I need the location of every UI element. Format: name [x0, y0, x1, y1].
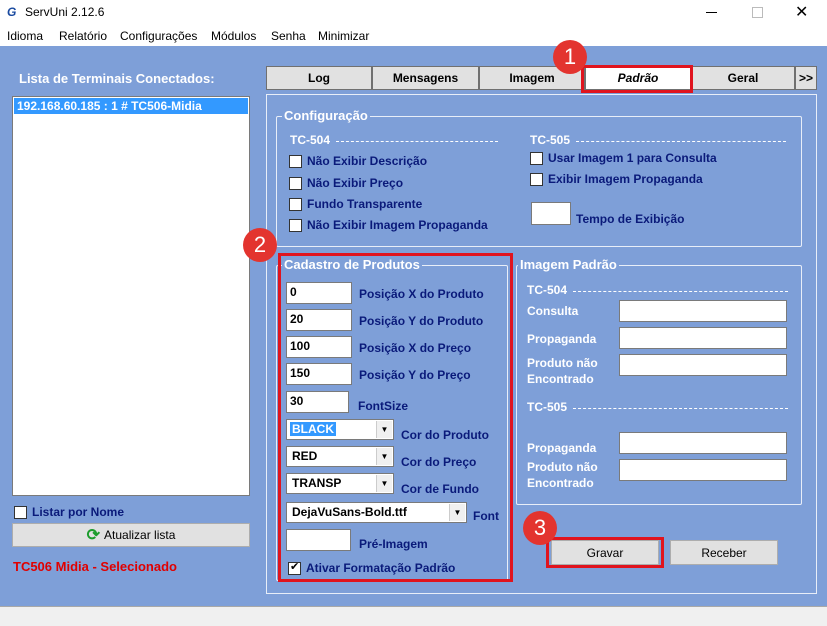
terminals-heading: Lista de Terminais Conectados: — [19, 71, 215, 86]
menu-minimizar[interactable]: Minimizar — [318, 29, 369, 43]
annotation-highlight-cadastro — [278, 253, 513, 582]
list-by-name-label: Listar por Nome — [32, 505, 125, 519]
receive-button[interactable]: Receber — [670, 540, 778, 565]
minimize-icon[interactable] — [706, 12, 717, 13]
menu-bar: Idioma Relatório Configurações Módulos S… — [0, 26, 827, 46]
propaganda-505-label: Propaganda — [527, 441, 597, 455]
transparent-bg-checkbox[interactable] — [289, 198, 302, 211]
status-bar — [0, 606, 827, 626]
maximize-icon — [752, 7, 763, 18]
transparent-bg-label: Fundo Transparente — [307, 197, 423, 211]
display-time-input[interactable] — [531, 202, 571, 225]
img-tc505-label: TC-505 — [527, 400, 568, 414]
hide-price-label: Não Exibir Preço — [307, 176, 404, 190]
hide-ad-image-label: Não Exibir Imagem Propaganda — [307, 218, 488, 232]
not-found-505-label-1: Produto não — [527, 460, 598, 474]
not-found-505-input[interactable] — [619, 459, 787, 481]
use-image1-checkbox[interactable] — [530, 152, 543, 165]
use-image1-label: Usar Imagem 1 para Consulta — [548, 151, 717, 165]
tc505-divider — [576, 141, 786, 142]
not-found-504-input[interactable] — [619, 354, 787, 376]
annotation-highlight-tab — [581, 65, 693, 93]
config-tc504-label: TC-504 — [290, 133, 331, 147]
annotation-badge-2: 2 — [243, 228, 277, 262]
propaganda-504-label: Propaganda — [527, 332, 597, 346]
default-image-title: Imagem Padrão — [518, 257, 619, 272]
menu-configuracoes[interactable]: Configurações — [120, 29, 197, 43]
app-icon: G — [7, 5, 17, 19]
annotation-badge-3: 3 — [523, 511, 557, 545]
config-tc505-label: TC-505 — [530, 133, 571, 147]
not-found-504-label-2: Encontrado — [527, 372, 594, 386]
img-tc504-divider — [573, 291, 788, 292]
terminal-list[interactable]: 192.168.60.185 : 1 # TC506-Midia — [12, 96, 250, 496]
hide-description-label: Não Exibir Descrição — [307, 154, 428, 168]
tab-mensagens[interactable]: Mensagens — [372, 66, 479, 90]
show-ad-image-checkbox[interactable] — [530, 173, 543, 186]
annotation-highlight-save — [546, 537, 664, 568]
window-title: ServUni 2.12.6 — [25, 5, 105, 19]
hide-description-checkbox[interactable] — [289, 155, 302, 168]
consulta-label: Consulta — [527, 304, 579, 318]
consulta-input[interactable] — [619, 300, 787, 322]
img-tc504-label: TC-504 — [527, 283, 568, 297]
terminal-list-item[interactable]: 192.168.60.185 : 1 # TC506-Midia — [14, 98, 248, 114]
menu-relatorio[interactable]: Relatório — [59, 29, 107, 43]
list-by-name-checkbox[interactable] — [14, 506, 27, 519]
tab-geral[interactable]: Geral — [691, 66, 795, 90]
config-title: Configuração — [282, 108, 370, 123]
menu-modulos[interactable]: Módulos — [211, 29, 256, 43]
tab-log[interactable]: Log — [266, 66, 372, 90]
selected-status: TC506 Midia - Selecionado — [13, 559, 177, 574]
tab-more[interactable]: >> — [795, 66, 817, 90]
tc504-divider — [336, 141, 498, 142]
hide-ad-image-checkbox[interactable] — [289, 219, 302, 232]
display-time-label: Tempo de Exibição — [576, 212, 685, 226]
refresh-icon: ⟳ — [86, 527, 101, 544]
propaganda-504-input[interactable] — [619, 327, 787, 349]
menu-senha[interactable]: Senha — [271, 29, 306, 43]
title-bar: G ServUni 2.12.6 ✕ — [0, 0, 827, 26]
not-found-504-label-1: Produto não — [527, 356, 598, 370]
refresh-list-button[interactable]: ⟳ Atualizar lista — [12, 523, 250, 547]
menu-idioma[interactable]: Idioma — [7, 29, 43, 43]
not-found-505-label-2: Encontrado — [527, 476, 594, 490]
close-icon[interactable]: ✕ — [795, 2, 808, 22]
show-ad-image-label: Exibir Imagem Propaganda — [548, 172, 703, 186]
hide-price-checkbox[interactable] — [289, 177, 302, 190]
refresh-list-label: Atualizar lista — [104, 528, 176, 542]
annotation-badge-1: 1 — [553, 40, 587, 74]
propaganda-505-input[interactable] — [619, 432, 787, 454]
img-tc505-divider — [573, 408, 788, 409]
